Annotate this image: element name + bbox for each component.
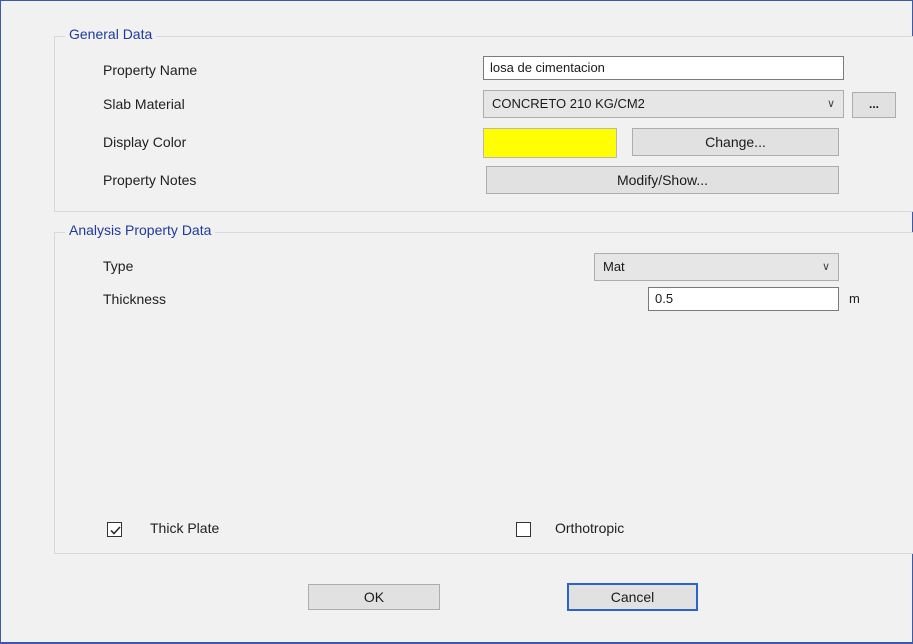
thickness-label: Thickness bbox=[103, 291, 167, 307]
chevron-down-icon: ∨ bbox=[821, 261, 830, 273]
slab-material-label: Slab Material bbox=[103, 96, 185, 112]
thick-plate-checkbox[interactable] bbox=[107, 522, 122, 537]
ok-button[interactable]: OK bbox=[308, 584, 440, 610]
thickness-input[interactable]: 0.5 bbox=[648, 287, 839, 311]
modify-show-button[interactable]: Modify/Show... bbox=[486, 166, 839, 194]
property-name-input[interactable]: losa de cimentacion bbox=[483, 56, 844, 80]
type-label: Type bbox=[103, 258, 134, 274]
orthotropic-label[interactable]: Orthotropic bbox=[555, 520, 624, 536]
type-select[interactable]: Mat ∨ bbox=[594, 253, 839, 281]
type-value: Mat bbox=[603, 259, 625, 274]
general-data-title: General Data bbox=[65, 26, 157, 42]
thick-plate-label[interactable]: Thick Plate bbox=[150, 520, 219, 536]
slab-material-value: CONCRETO 210 KG/CM2 bbox=[492, 96, 645, 111]
analysis-property-title: Analysis Property Data bbox=[65, 222, 216, 238]
property-name-label: Property Name bbox=[103, 62, 198, 78]
display-color-label: Display Color bbox=[103, 134, 187, 150]
chevron-down-icon: ∨ bbox=[826, 98, 835, 110]
slab-material-more-button[interactable]: ... bbox=[852, 92, 896, 118]
cancel-button[interactable]: Cancel bbox=[567, 583, 698, 611]
thickness-unit: m bbox=[849, 291, 860, 306]
change-color-button[interactable]: Change... bbox=[632, 128, 839, 156]
property-notes-label: Property Notes bbox=[103, 172, 197, 188]
orthotropic-checkbox[interactable] bbox=[516, 522, 531, 537]
slab-material-select[interactable]: CONCRETO 210 KG/CM2 ∨ bbox=[483, 90, 844, 118]
display-color-swatch bbox=[483, 128, 617, 158]
checkmark-icon bbox=[110, 526, 121, 535]
